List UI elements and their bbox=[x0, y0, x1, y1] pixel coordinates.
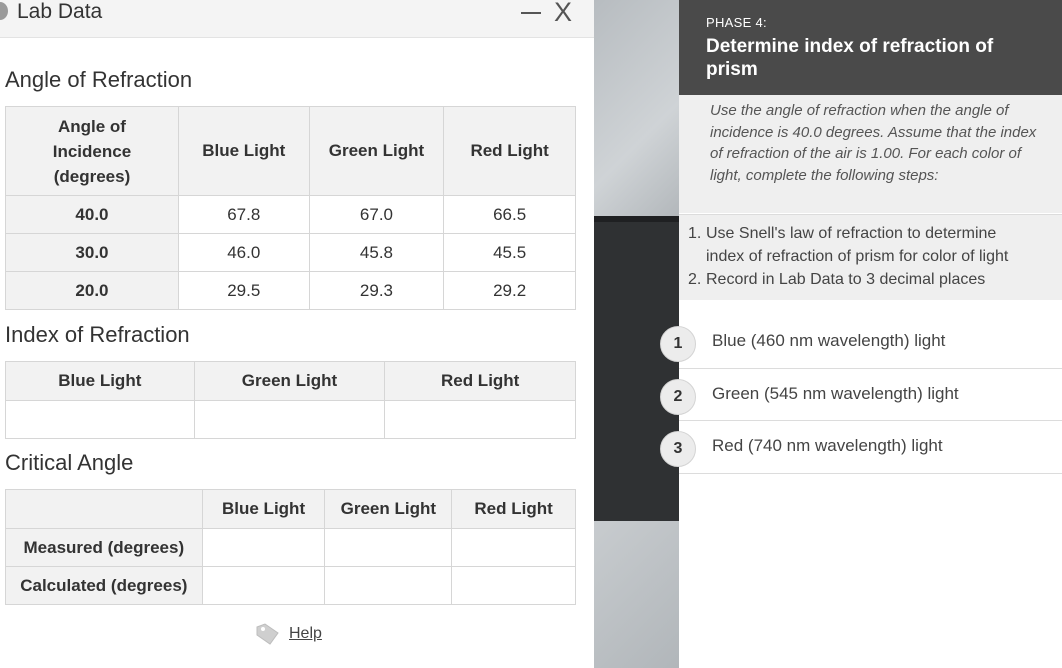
table-row: 30.0 46.0 45.8 45.5 bbox=[5, 233, 576, 272]
minimize-button[interactable] bbox=[519, 0, 543, 22]
calculated-input-red[interactable] bbox=[451, 566, 576, 605]
calculated-input-green[interactable] bbox=[324, 566, 453, 605]
help-link[interactable]: Help bbox=[289, 625, 322, 643]
step-item: 1. Use Snell's law of refraction to deter… bbox=[688, 222, 1058, 268]
column-header: Blue Light bbox=[5, 361, 195, 401]
column-header: Angle of Incidence (degrees) bbox=[5, 106, 179, 196]
refraction-table: Angle of Incidence (degrees) Blue Light … bbox=[5, 106, 576, 310]
step-text: Record in Lab Data to 3 decimal places bbox=[706, 271, 986, 288]
table-row: 40.0 67.8 67.0 66.5 bbox=[5, 195, 576, 234]
column-header: Red Light bbox=[451, 489, 576, 529]
step-text-continued: index of refraction of prism for color o… bbox=[706, 248, 1009, 265]
phase-panel: PHASE 4: Determine index of refraction o… bbox=[660, 0, 1062, 668]
row-header: Measured (degrees) bbox=[5, 528, 203, 567]
task-number-badge: 1 bbox=[660, 326, 696, 362]
lab-data-window: Lab Data X Angle of Refraction Angle of … bbox=[0, 0, 594, 668]
step-item: 2. Record in Lab Data to 3 decimal places bbox=[688, 268, 1058, 291]
row-header: 20.0 bbox=[5, 271, 179, 310]
calculated-input-blue[interactable] bbox=[201, 566, 326, 605]
table-cell: 29.3 bbox=[308, 271, 445, 310]
window-grip-icon[interactable] bbox=[0, 2, 8, 20]
phase-steps: 1. Use Snell's law of refraction to deter… bbox=[679, 214, 1062, 300]
dark-backdrop-band bbox=[594, 216, 679, 521]
column-header: Blue Light bbox=[177, 106, 310, 196]
section-title-index: Index of Refraction bbox=[5, 322, 190, 347]
phase-intro-text: Use the angle of refraction when the ang… bbox=[710, 102, 1037, 184]
close-button[interactable]: X bbox=[554, 0, 572, 27]
tag-icon bbox=[256, 623, 279, 645]
column-header: Red Light bbox=[443, 106, 576, 196]
index-input-red[interactable] bbox=[384, 400, 576, 439]
step-text: Use Snell's law of refraction to determi… bbox=[706, 225, 997, 242]
task-item-red[interactable]: 3 Red (740 nm wavelength) light bbox=[660, 421, 1062, 474]
table-cell: 67.0 bbox=[308, 195, 445, 234]
phase-label: PHASE 4: bbox=[706, 15, 767, 30]
task-number-badge: 3 bbox=[660, 431, 696, 467]
table-cell: 29.2 bbox=[443, 271, 576, 310]
row-header: 30.0 bbox=[5, 233, 179, 272]
table-cell: 67.8 bbox=[177, 195, 310, 234]
task-label: Green (545 nm wavelength) light bbox=[712, 383, 959, 403]
column-header: Green Light bbox=[308, 106, 445, 196]
column-header: Blue Light bbox=[201, 489, 326, 529]
column-header: Green Light bbox=[324, 489, 453, 529]
table-row: Measured (degrees) bbox=[5, 528, 576, 567]
task-item-blue[interactable]: 1 Blue (460 nm wavelength) light bbox=[660, 316, 1062, 369]
step-number: 1. bbox=[688, 225, 702, 242]
column-header: Red Light bbox=[384, 361, 576, 401]
phase-title: Determine index of refraction of prism bbox=[706, 36, 994, 80]
table-cell: 66.5 bbox=[443, 195, 576, 234]
index-table: Blue Light Green Light Red Light bbox=[5, 361, 576, 439]
task-list: 1 Blue (460 nm wavelength) light 2 Green… bbox=[660, 316, 1062, 474]
row-header: 40.0 bbox=[5, 195, 179, 234]
table-row bbox=[5, 400, 576, 439]
table-row: 20.0 29.5 29.3 29.2 bbox=[5, 271, 576, 310]
window-title: Lab Data bbox=[17, 0, 103, 23]
table-cell: 45.8 bbox=[308, 233, 445, 272]
measured-input-green[interactable] bbox=[324, 528, 453, 567]
row-header: Calculated (degrees) bbox=[5, 566, 203, 605]
task-number-badge: 2 bbox=[660, 378, 696, 415]
measured-input-red[interactable] bbox=[451, 528, 576, 567]
column-header bbox=[5, 489, 203, 529]
index-input-blue[interactable] bbox=[5, 400, 195, 439]
measured-input-blue[interactable] bbox=[201, 528, 326, 567]
task-label: Blue (460 nm wavelength) light bbox=[712, 331, 946, 350]
step-number: 2. bbox=[688, 271, 702, 288]
section-title-critical: Critical Angle bbox=[5, 450, 134, 475]
table-row: Calculated (degrees) bbox=[5, 566, 576, 605]
table-cell: 29.5 bbox=[177, 271, 310, 310]
table-cell: 45.5 bbox=[443, 233, 576, 272]
task-item-green[interactable]: 2 Green (545 nm wavelength) light bbox=[660, 369, 1062, 421]
lab-titlebar[interactable]: Lab Data X bbox=[0, 0, 594, 38]
section-title-refraction: Angle of Refraction bbox=[5, 67, 193, 92]
phase-header: PHASE 4: Determine index of refraction o… bbox=[679, 0, 1062, 95]
column-header: Green Light bbox=[193, 361, 386, 401]
task-label: Red (740 nm wavelength) light bbox=[712, 436, 943, 455]
critical-angle-table: Blue Light Green Light Red Light Measure… bbox=[5, 489, 576, 605]
index-input-green[interactable] bbox=[193, 400, 386, 439]
table-cell: 46.0 bbox=[177, 233, 310, 272]
help-link-group[interactable]: Help bbox=[256, 623, 322, 645]
phase-intro: Use the angle of refraction when the ang… bbox=[679, 95, 1062, 213]
